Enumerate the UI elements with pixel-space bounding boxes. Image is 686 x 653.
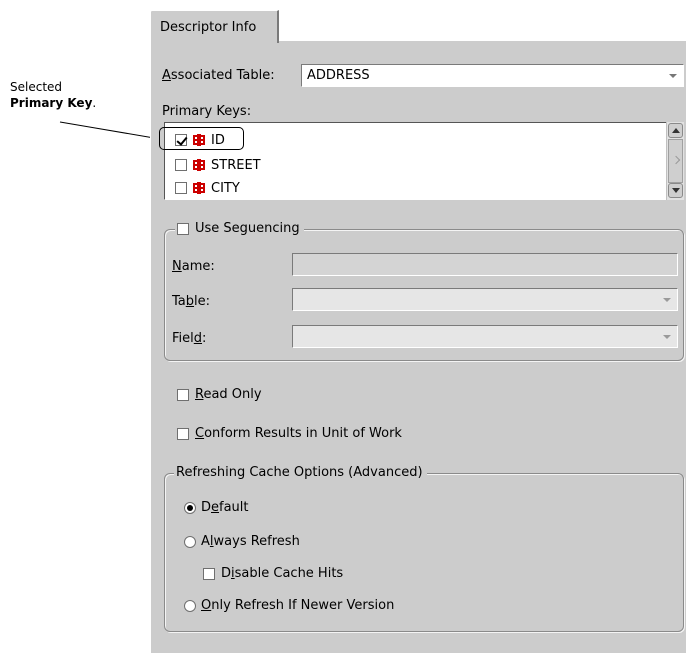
- arrow-up-icon: [672, 128, 680, 133]
- primary-key-icon: [193, 182, 205, 194]
- primary-key-icon: [193, 134, 205, 146]
- read-only-checkbox[interactable]: [177, 388, 189, 401]
- associated-table-label: Associated Table:: [162, 68, 275, 83]
- checkbox-primary-key-2[interactable]: [175, 182, 187, 194]
- primary-keys-label: Primary Keys:: [162, 104, 252, 119]
- radio-always-refresh-label: Always Refresh: [201, 534, 300, 549]
- disable-cache-hits-row[interactable]: Disable Cache Hits: [203, 566, 343, 581]
- associated-table-value: ADDRESS: [307, 68, 370, 83]
- radio-default-label: Default: [201, 500, 249, 515]
- list-item[interactable]: CITY: [175, 178, 240, 198]
- callout-line1: Selected: [10, 80, 63, 94]
- sequencing-table-combo[interactable]: [292, 288, 678, 311]
- list-item[interactable]: STREET: [175, 155, 261, 175]
- radio-always-refresh-row[interactable]: Always Refresh: [184, 534, 300, 549]
- primary-key-icon: [193, 159, 205, 171]
- primary-key-label-2: CITY: [211, 180, 240, 196]
- primary-keys-scrollbar[interactable]: [666, 122, 684, 200]
- use-sequencing-checkbox[interactable]: [177, 222, 189, 235]
- radio-only-refresh-row[interactable]: Only Refresh If Newer Version: [184, 598, 394, 613]
- conform-results-checkbox[interactable]: [177, 427, 189, 440]
- chevron-down-icon: [663, 335, 671, 339]
- list-item[interactable]: ID: [175, 130, 225, 150]
- read-only-label: Read Only: [195, 387, 262, 402]
- name-label: Name:: [172, 259, 215, 274]
- read-only-checkbox-row[interactable]: Read Only: [177, 387, 262, 402]
- primary-keys-list[interactable]: ID STREET CITY: [164, 122, 684, 200]
- conform-results-checkbox-row[interactable]: Conform Results in Unit of Work: [177, 426, 402, 441]
- tab-descriptor-info[interactable]: Descriptor Info: [150, 10, 279, 43]
- primary-key-label-1: STREET: [211, 157, 261, 173]
- table-label: Table:: [172, 294, 211, 309]
- tab-label: Descriptor Info: [160, 20, 257, 35]
- radio-only-refresh[interactable]: [184, 599, 196, 612]
- associated-table-combo[interactable]: ADDRESS: [301, 64, 684, 87]
- chevron-down-icon: [669, 74, 677, 78]
- radio-always-refresh[interactable]: [184, 535, 196, 548]
- radio-default-row[interactable]: Default: [184, 500, 249, 515]
- name-field[interactable]: [292, 253, 678, 276]
- scroll-down-button[interactable]: [668, 183, 683, 198]
- use-sequencing-label: Use Seguencing: [195, 221, 300, 236]
- callout-annotation: Selected Primary Key.: [10, 79, 96, 111]
- sequencing-field-combo[interactable]: [292, 325, 678, 348]
- field-label: Field:: [172, 331, 207, 346]
- primary-key-label-0: ID: [211, 132, 225, 148]
- radio-default[interactable]: [184, 501, 196, 514]
- use-sequencing-toggle[interactable]: Use Seguencing: [175, 221, 304, 236]
- checkbox-primary-key-1[interactable]: [175, 159, 187, 171]
- disable-cache-hits-label: Disable Cache Hits: [221, 566, 344, 581]
- conform-results-label: Conform Results in Unit of Work: [195, 426, 402, 441]
- grip-icon: [671, 155, 681, 165]
- disable-cache-hits-checkbox[interactable]: [203, 567, 215, 580]
- callout-bold-text: Primary Key: [10, 96, 93, 110]
- radio-only-refresh-label: Only Refresh If Newer Version: [201, 598, 395, 613]
- arrow-down-icon: [672, 188, 680, 193]
- checkbox-primary-key-0[interactable]: [175, 134, 187, 146]
- chevron-down-icon: [663, 298, 671, 302]
- scroll-up-button[interactable]: [668, 123, 683, 138]
- callout-suffix: .: [92, 96, 97, 110]
- refresh-cache-title: Refreshing Cache Options (Advanced): [174, 465, 427, 480]
- scroll-thumb[interactable]: [668, 139, 683, 183]
